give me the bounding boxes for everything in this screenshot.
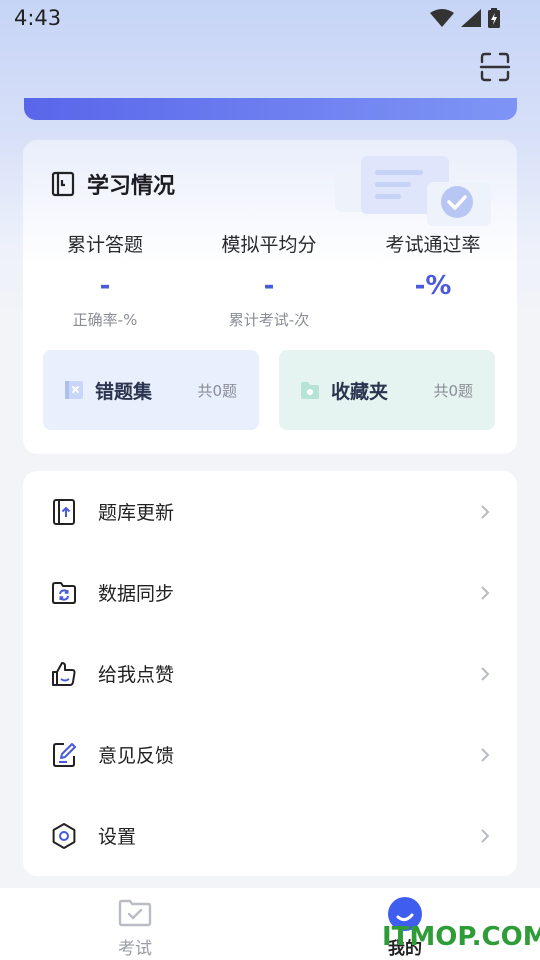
menu-item-question-bank-update[interactable]: 题库更新 bbox=[23, 471, 517, 552]
settings-icon bbox=[52, 822, 76, 849]
menu-label: 题库更新 bbox=[98, 502, 175, 524]
study-title: 学习情况 bbox=[87, 174, 176, 199]
stat-label: 累计答题 bbox=[66, 234, 143, 256]
menu-item-feedback[interactable]: 意见反馈 bbox=[23, 714, 517, 795]
edit-feedback-icon bbox=[53, 742, 76, 767]
chevron-right-icon bbox=[481, 747, 490, 762]
stat-pass-rate[interactable]: 考试通过率 -% bbox=[351, 230, 515, 309]
wrong-questions-card[interactable]: 错题集 共0题 bbox=[43, 350, 259, 430]
battery-icon bbox=[488, 8, 500, 28]
exam-icon bbox=[118, 899, 152, 927]
scan-button[interactable] bbox=[476, 48, 514, 86]
banner[interactable] bbox=[24, 98, 517, 120]
status-time: 4:43 bbox=[14, 6, 62, 30]
thumbs-up-icon bbox=[52, 661, 76, 686]
wrong-questions-title: 错题集 bbox=[95, 380, 153, 403]
signal-icon bbox=[461, 9, 481, 27]
menu-label: 意见反馈 bbox=[98, 745, 175, 767]
folder-sync-icon bbox=[52, 581, 76, 604]
book-upload-icon bbox=[53, 498, 75, 525]
favorites-title: 收藏夹 bbox=[331, 380, 389, 403]
wifi-icon bbox=[430, 9, 454, 27]
favorites-card[interactable]: 收藏夹 共0题 bbox=[279, 350, 495, 430]
menu-item-like-us[interactable]: 给我点赞 bbox=[23, 633, 517, 714]
study-card: 学习情况 累计答题 - 正确率-% 模拟平均分 - 累计考试-次 考试通过率 -… bbox=[23, 140, 517, 454]
chevron-right-icon bbox=[481, 828, 490, 843]
watermark: ITMOP.COM bbox=[382, 922, 540, 952]
tab-exam[interactable]: 考试 bbox=[75, 888, 195, 960]
chevron-right-icon bbox=[481, 585, 490, 600]
stat-value: -% bbox=[414, 271, 452, 301]
stat-mock-average[interactable]: 模拟平均分 - 累计考试-次 bbox=[187, 230, 351, 330]
scan-icon bbox=[479, 52, 511, 82]
stat-label: 考试通过率 bbox=[385, 234, 481, 256]
wrong-questions-icon bbox=[65, 381, 83, 399]
favorites-folder-icon bbox=[301, 382, 319, 399]
menu-label: 设置 bbox=[98, 826, 137, 848]
status-bar: 4:43 bbox=[0, 0, 540, 36]
stat-sub: 累计考试-次 bbox=[228, 311, 310, 329]
system-icons bbox=[430, 8, 500, 28]
study-book-icon bbox=[51, 171, 75, 197]
menu-label: 数据同步 bbox=[98, 583, 175, 605]
stat-value: - bbox=[263, 271, 275, 301]
study-title-row: 学习情况 bbox=[51, 168, 175, 200]
menu-card: 题库更新 数据同步 给我点赞 意见反馈 设置 bbox=[23, 471, 517, 876]
menu-item-settings[interactable]: 设置 bbox=[23, 795, 517, 876]
wrong-questions-count: 共0题 bbox=[197, 381, 237, 400]
favorites-count: 共0题 bbox=[433, 381, 473, 400]
menu-item-data-sync[interactable]: 数据同步 bbox=[23, 552, 517, 633]
chevron-right-icon bbox=[481, 504, 490, 519]
stat-sub: 正确率-% bbox=[72, 311, 138, 329]
stat-value: - bbox=[99, 271, 111, 301]
chevron-right-icon bbox=[481, 666, 490, 681]
menu-label: 给我点赞 bbox=[98, 664, 175, 686]
study-illustration bbox=[335, 156, 491, 226]
stat-label: 模拟平均分 bbox=[221, 234, 317, 256]
tab-exam-label: 考试 bbox=[118, 939, 152, 959]
stat-total-answers[interactable]: 累计答题 - 正确率-% bbox=[23, 230, 187, 330]
